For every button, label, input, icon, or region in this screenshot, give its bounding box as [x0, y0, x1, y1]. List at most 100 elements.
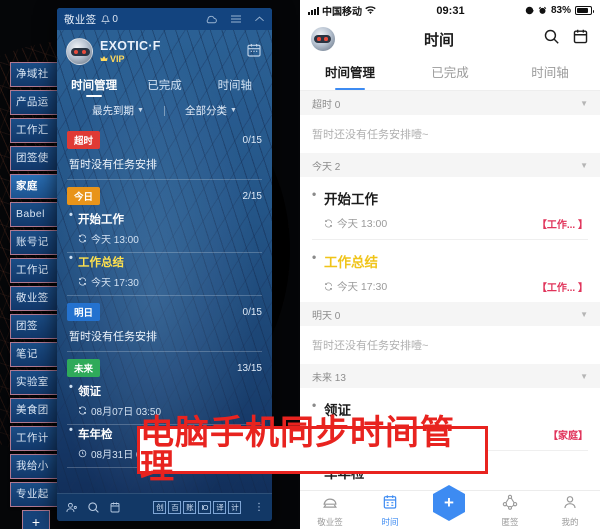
task-time: 今天 13:00: [337, 218, 388, 230]
empty-state-text: 暂时没有任务安排: [69, 331, 157, 343]
toolbar-shortcut-创[interactable]: 创: [153, 501, 166, 514]
divider: [67, 351, 262, 352]
group-chip: 超时: [67, 131, 101, 149]
phone-tab-strip: 时间管理 已完成 时间轴: [300, 57, 600, 91]
tab-1[interactable]: 已完成: [129, 73, 199, 96]
chevron-down-icon: ▼: [580, 371, 588, 381]
toolbar-shortcut-账[interactable]: 账: [183, 501, 196, 514]
calendar-icon: [573, 29, 588, 44]
calendar-button[interactable]: [572, 28, 589, 50]
task-time: 今天 17:30: [337, 281, 388, 293]
phone-tab-2[interactable]: 时间轴: [500, 57, 600, 90]
toolbar-shortcut-IO[interactable]: IO: [198, 501, 211, 514]
vip-badge: VIP: [100, 54, 161, 64]
toolbar-shortcut-译[interactable]: 译: [213, 501, 226, 514]
task-group-header: 超时 0/15: [67, 131, 262, 149]
rotation-lock-icon: [525, 6, 534, 15]
calendar-icon: [382, 495, 398, 514]
app-bottom-toolbar: 创百账 IO 译计 ⋮: [57, 493, 272, 521]
group-count: 0/15: [242, 306, 262, 318]
task-group-header: 今日 2/15: [67, 187, 262, 205]
tab-2[interactable]: 时间轴: [200, 73, 270, 96]
task-title: 工作总结: [69, 252, 262, 270]
tabbar-label: 敬业签: [317, 517, 343, 527]
phone-tabbar-item-3[interactable]: 匿签: [480, 491, 540, 528]
contacts-button[interactable]: [65, 501, 78, 514]
task-meta: 今天 13:00: [69, 231, 262, 246]
phone-navbar: 时间: [300, 21, 600, 57]
app-titlebar: 敬业签 0: [57, 8, 272, 30]
toolbar-shortcut-百[interactable]: 百: [168, 501, 181, 514]
section-label: 明天 0: [312, 310, 341, 322]
toolbar-more-button[interactable]: ⋮: [254, 502, 264, 513]
group-chip: 明日: [67, 303, 101, 321]
repeat-alarm-icon: [325, 219, 332, 228]
calendar-button-toolbar[interactable]: [109, 501, 121, 514]
group-chip: 未来: [67, 359, 101, 377]
tab-0[interactable]: 时间管理: [59, 73, 129, 96]
app-profile-row: EXOTIC·F VIP: [57, 30, 272, 69]
search-icon: [88, 502, 99, 513]
hamburger-menu-icon: [231, 15, 241, 23]
notification-bell[interactable]: 0: [101, 14, 118, 25]
cloud-sync-button[interactable]: [205, 14, 218, 25]
search-button[interactable]: [87, 501, 100, 514]
toolbar-shortcut-计[interactable]: 计: [228, 501, 241, 514]
menu-button[interactable]: [230, 14, 242, 24]
avatar[interactable]: [311, 27, 335, 51]
add-sticky-note-button[interactable]: +: [22, 510, 50, 529]
phone-bottom-tabbar: 敬业签 时间 + 匿签 我的: [300, 485, 600, 529]
note-icon: [321, 497, 339, 514]
filter-category[interactable]: 全部分类 ▼: [165, 103, 257, 118]
wifi-icon: [365, 6, 376, 14]
repeat-alarm-icon: [79, 234, 86, 243]
calendar-button[interactable]: [246, 42, 262, 63]
vip-label: VIP: [110, 54, 125, 64]
phone-tabbar-item-0[interactable]: 敬业签: [300, 491, 360, 528]
repeat-alarm-icon: [79, 406, 86, 415]
task-tag: 【家庭】: [548, 431, 588, 442]
phone-tabbar-item-2[interactable]: +: [420, 485, 480, 523]
group-count: 13/15: [236, 362, 262, 374]
divider: [67, 179, 262, 180]
phone-tabbar-item-4[interactable]: 我的: [540, 491, 600, 528]
task-title: 工作总结: [312, 250, 588, 271]
toolbar-shortcut-row: 创百账 IO 译计: [151, 501, 241, 514]
group-count: 2/15: [242, 190, 262, 202]
repeat-alarm-icon: [325, 282, 332, 291]
task-tag: 【工作... 】: [536, 283, 588, 294]
phone-section-header[interactable]: 未来 13 ▼: [300, 364, 600, 388]
phone-tabbar-item-1[interactable]: 时间: [360, 491, 420, 528]
task-item[interactable]: 工作总结今天 17:30: [67, 252, 262, 295]
phone-task-item[interactable]: 开始工作今天 13:00 【工作... 】: [300, 177, 600, 239]
plus-icon: +: [433, 485, 465, 521]
clock-icon: [78, 449, 87, 458]
signal-bars-icon: [308, 6, 319, 15]
watermark-banner: 电脑手机同步时间管理: [137, 416, 488, 484]
phone-tab-1[interactable]: 已完成: [400, 57, 500, 90]
filter-sort-label: 最先到期: [92, 105, 135, 117]
anonymous-icon: [501, 494, 519, 514]
section-label: 今天 2: [312, 161, 341, 173]
chevron-down-icon: ▼: [580, 98, 588, 108]
phone-section-header[interactable]: 今天 2 ▼: [300, 153, 600, 177]
empty-state-text: 暂时没有任务安排: [69, 159, 157, 171]
chevron-down-icon: ▼: [580, 309, 588, 319]
bell-icon: [101, 14, 111, 24]
avatar[interactable]: [66, 38, 93, 65]
phone-status-bar: 中国移动 09:31 83%: [300, 0, 600, 21]
group-chip: 今日: [67, 187, 101, 205]
phone-section-header[interactable]: 明天 0 ▼: [300, 302, 600, 326]
task-item[interactable]: 开始工作今天 13:00: [67, 209, 262, 252]
crown-icon: [100, 56, 108, 61]
filter-sort-by-due[interactable]: 最先到期 ▼: [72, 103, 164, 118]
search-button[interactable]: [543, 28, 560, 50]
add-button[interactable]: +: [433, 485, 467, 523]
chevron-down-icon: ▼: [137, 107, 144, 114]
notification-count: 0: [112, 13, 118, 25]
collapse-button[interactable]: [254, 15, 265, 23]
phone-section-header[interactable]: 超时 0 ▼: [300, 91, 600, 115]
calendar-icon: [110, 502, 120, 513]
phone-tab-0[interactable]: 时间管理: [300, 57, 400, 90]
phone-task-item[interactable]: 工作总结今天 17:30 【工作... 】: [300, 240, 600, 302]
